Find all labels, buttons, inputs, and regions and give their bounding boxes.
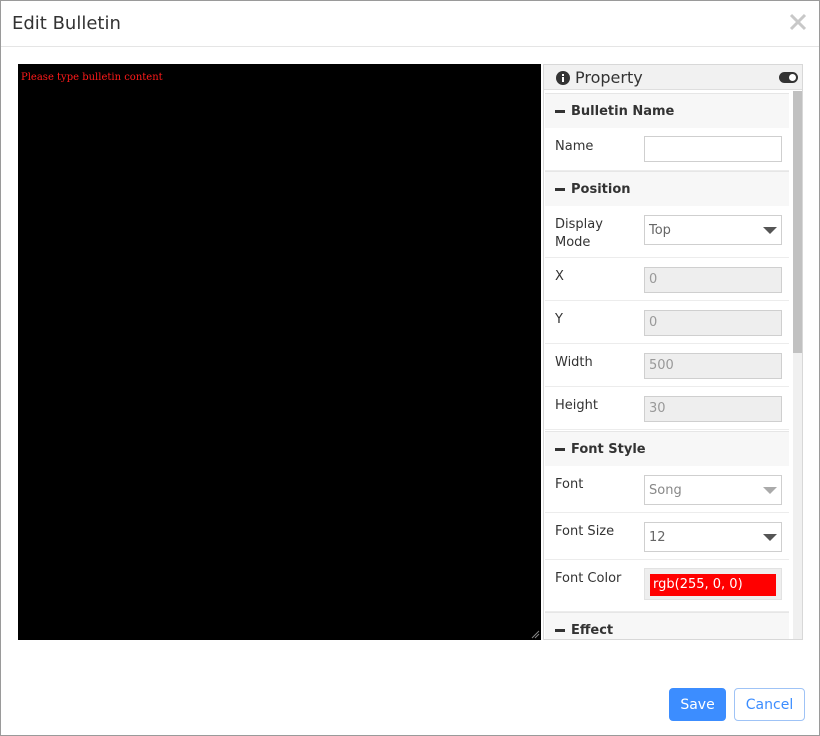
row-height: Height 30	[545, 387, 789, 430]
property-panel-scrollbar[interactable]	[793, 91, 802, 639]
field-label: Font Color	[555, 571, 622, 586]
row-name: Name	[545, 128, 789, 171]
select-value: Song	[649, 483, 682, 498]
section-label: Position	[571, 182, 631, 197]
field-label: Height	[555, 398, 598, 413]
width-input[interactable]: 500	[644, 353, 782, 379]
section-position[interactable]: Position	[545, 171, 789, 207]
property-panel: Property Bulletin Name Name Position Dis…	[543, 64, 803, 640]
bulletin-content-editor[interactable]: Please type bulletin content	[18, 64, 541, 640]
row-x: X 0	[545, 258, 789, 301]
dialog-title: Edit Bulletin	[12, 13, 121, 34]
section-label: Effect	[571, 623, 614, 638]
display-mode-select[interactable]: Top	[644, 215, 782, 245]
y-input[interactable]: 0	[644, 310, 782, 336]
select-value: Top	[649, 223, 671, 238]
cancel-button[interactable]: Cancel	[734, 688, 805, 721]
dialog-header: Edit Bulletin	[1, 1, 819, 47]
x-input[interactable]: 0	[644, 267, 782, 293]
chevron-down-icon	[763, 534, 777, 541]
row-y: Y 0	[545, 301, 789, 344]
height-input[interactable]: 30	[644, 396, 782, 422]
dialog-footer: Save Cancel	[1, 656, 819, 736]
font-color-swatch[interactable]: rgb(255, 0, 0)	[650, 574, 776, 596]
section-font-style[interactable]: Font Style	[545, 431, 789, 467]
select-value: 12	[649, 530, 666, 545]
chevron-down-icon	[763, 487, 777, 494]
info-icon	[556, 71, 570, 85]
edit-bulletin-dialog: Edit Bulletin Please type bulletin conte…	[0, 0, 820, 736]
row-display-mode: Display Mode Top	[545, 206, 789, 258]
collapse-minus-icon	[555, 188, 565, 191]
resize-grip-icon[interactable]	[531, 630, 540, 639]
close-icon[interactable]	[787, 11, 809, 33]
section-label: Bulletin Name	[571, 104, 675, 119]
field-label: Name	[555, 139, 594, 154]
section-effect[interactable]: Effect	[545, 612, 789, 639]
toggle-icon[interactable]	[779, 72, 798, 83]
editor-placeholder-text: Please type bulletin content	[21, 72, 163, 83]
font-select[interactable]: Song	[644, 475, 782, 505]
collapse-minus-icon	[555, 629, 565, 632]
scrollbar-thumb[interactable]	[793, 91, 802, 353]
save-button[interactable]: Save	[669, 688, 726, 721]
collapse-minus-icon	[555, 110, 565, 113]
field-label: Font	[555, 477, 584, 492]
row-width: Width 500	[545, 344, 789, 387]
font-size-select[interactable]: 12	[644, 522, 782, 552]
name-input[interactable]	[644, 136, 782, 162]
property-panel-header: Property	[544, 65, 802, 90]
field-label: Font Size	[555, 524, 615, 539]
row-font-color: Font Color rgb(255, 0, 0)	[545, 560, 789, 612]
font-color-picker[interactable]: rgb(255, 0, 0)	[644, 568, 782, 600]
field-label: Y	[555, 312, 563, 327]
property-panel-body: Bulletin Name Name Position Display Mode…	[545, 91, 789, 639]
field-label: X	[555, 269, 564, 284]
collapse-minus-icon	[555, 448, 565, 451]
chevron-down-icon	[763, 227, 777, 234]
field-label: Width	[555, 355, 593, 370]
row-font: Font Song	[545, 466, 789, 513]
section-bulletin-name[interactable]: Bulletin Name	[545, 93, 789, 129]
row-font-size: Font Size 12	[545, 513, 789, 560]
property-panel-title: Property	[575, 68, 643, 87]
section-label: Font Style	[571, 442, 646, 457]
field-label: Display Mode	[555, 217, 603, 250]
